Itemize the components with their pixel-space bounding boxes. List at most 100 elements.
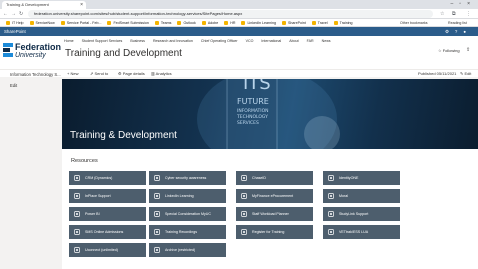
edit-button[interactable]: ✎ Edit [460, 70, 471, 77]
hub-nav-item[interactable]: VCO [246, 39, 254, 43]
resource-tile-label: Register for Training [252, 230, 285, 234]
archive-icon [154, 247, 160, 253]
info-icon [328, 193, 334, 199]
bookmark-label: Training [339, 21, 353, 25]
bookmark-item[interactable]: Service Portal - Feb... [60, 19, 102, 26]
hub-nav-item[interactable]: Student Support Services [82, 39, 123, 43]
bookmark-item[interactable]: Outlook [177, 19, 196, 26]
resource-tile-label: MyFinance eProcurement [252, 194, 294, 198]
share-icon[interactable]: ⇪ [466, 47, 470, 53]
follow-button[interactable]: ☆ Following [438, 48, 460, 53]
bookmark-item[interactable]: LinkedIn Learning [241, 19, 277, 26]
site-header: Federation University Home Student Suppor… [0, 36, 478, 69]
university-logo[interactable]: Federation University [3, 41, 61, 63]
hero-banner[interactable]: ITS FUTURE INFORMATION TECHNOLOGY SERVIC… [62, 79, 478, 149]
crm-icon [74, 175, 80, 181]
hub-nav-item[interactable]: News [322, 39, 331, 43]
hub-nav-item[interactable]: Home [64, 39, 74, 43]
resource-tile[interactable]: Special Consideration MyUC [149, 207, 226, 221]
resource-tile-label: CRM (Dynamics) [85, 176, 113, 180]
resource-tile-label: Special Consideration MyUC [165, 212, 211, 216]
resource-tile[interactable]: StudyLink Support [323, 207, 400, 221]
resource-tile[interactable]: CRM (Dynamics) [69, 171, 146, 185]
bookmark-item[interactable]: Teams [154, 19, 171, 26]
id-icon [241, 175, 247, 181]
resource-tile[interactable]: Moral [323, 189, 400, 203]
browser-tab[interactable]: Training & Development × [2, 1, 86, 9]
hub-nav-item[interactable]: Research and Innovation [153, 39, 193, 43]
hub-nav-item[interactable]: About [289, 39, 298, 43]
bookmark-item[interactable]: SharePoint [282, 19, 306, 26]
resource-tile[interactable]: LinkedIn Learning [149, 189, 226, 203]
page-content: Resources CRM (Dynamics) Cyber security a… [62, 149, 478, 269]
resource-tile-label: Training Recordings [165, 230, 198, 234]
star-icon [154, 211, 160, 217]
bookmark-icon [177, 20, 182, 25]
window-controls[interactable]: –▫× [451, 0, 476, 8]
finance-icon [241, 193, 247, 199]
resource-tile[interactable]: Cyber security awareness [149, 171, 226, 185]
app-name[interactable]: SharePoint [4, 29, 26, 34]
menu-icon[interactable]: ⋮ [466, 9, 471, 19]
bookmark-label: FedSmart Submission [113, 21, 149, 25]
resource-tile-label: Archive (restricted) [165, 248, 196, 252]
resource-tile[interactable]: MyFinance eProcurement [236, 189, 313, 203]
bookmark-label: Travel [317, 21, 328, 25]
url-field[interactable]: federation.university.sharepoint.com/sit… [28, 10, 433, 18]
reload-icon[interactable]: ↻ [19, 9, 23, 19]
site-title[interactable]: Training and Development [65, 48, 182, 59]
hub-nav-item[interactable]: Business [130, 39, 145, 43]
send-button[interactable]: ⇗ Send to [90, 70, 108, 77]
forward-icon[interactable]: → [11, 9, 16, 19]
extensions-icon[interactable]: ⧉ [452, 9, 456, 19]
resource-tile[interactable]: Archive (restricted) [149, 243, 226, 257]
resource-tile[interactable]: IdentityONE [323, 171, 400, 185]
star-icon[interactable]: ☆ [440, 9, 444, 19]
back-icon[interactable]: ← [3, 9, 8, 19]
resource-tile[interactable]: Power BI [69, 207, 146, 221]
analytics-button[interactable]: ▥ Analytics [151, 70, 172, 77]
new-button[interactable]: + New [67, 70, 78, 77]
bookmark-item[interactable]: Adobe [201, 19, 218, 26]
page-details-button[interactable]: ⚙ Page details [118, 70, 145, 77]
bookmark-label: IT Help [12, 21, 24, 25]
bookmark-item[interactable]: HR [224, 19, 235, 26]
resource-tile-label: SMS Online Admissions [85, 230, 124, 234]
bookmark-label: LinkedIn Learning [247, 21, 277, 25]
hub-nav-item[interactable]: International [261, 39, 281, 43]
resource-tile[interactable]: Register for Training [236, 225, 313, 239]
resource-tile[interactable]: InPlace Support [69, 189, 146, 203]
hero-word-its: ITS [243, 79, 271, 94]
bookmark-item[interactable]: ServiceNow [29, 19, 55, 26]
published-status: Published 05/11/2021 [418, 71, 457, 76]
resource-tile-label: Uconnect (unlimited) [85, 248, 118, 252]
resource-tile[interactable]: SMS Online Admissions [69, 225, 146, 239]
resource-tile[interactable]: ChaseID [236, 171, 313, 185]
bookmarks-bar: IT Help ServiceNow Service Portal - Feb...… [0, 19, 478, 27]
bookmark-item[interactable]: FedSmart Submission [107, 19, 149, 26]
leftnav-edit-link[interactable]: Edit [10, 83, 17, 88]
follow-label: Following [442, 48, 460, 53]
bookmark-item[interactable]: Travel [311, 19, 328, 26]
resource-tile[interactable]: Uconnect (unlimited) [69, 243, 146, 257]
hub-nav-item[interactable]: Chief Operating Officer [201, 39, 238, 43]
hero-word-services: SERVICES [237, 121, 259, 126]
leftnav-header[interactable]: Information Technology S... [10, 72, 61, 77]
resource-tile-label: Moral [339, 194, 348, 198]
bookmark-item[interactable]: Training [333, 19, 353, 26]
suite-bar-icons[interactable]: ⚙?● [445, 27, 472, 36]
reading-list[interactable]: Reading list [448, 19, 467, 26]
bookmark-label: Service Portal - Feb... [66, 21, 102, 25]
resource-tile[interactable]: Training Recordings [149, 225, 226, 239]
resource-tile[interactable]: VETtrak/ESS LUA [323, 225, 400, 239]
logo-line1: Federation [15, 42, 62, 52]
hub-nav-item[interactable]: FAR [307, 39, 314, 43]
close-tab-icon[interactable]: × [80, 1, 83, 9]
bookmark-item[interactable]: IT Help [6, 19, 24, 26]
resource-tile[interactable]: Staff Workload Planner [236, 207, 313, 221]
bookmark-icon [107, 20, 112, 25]
hero-word-technology: TECHNOLOGY [237, 115, 268, 120]
other-bookmarks[interactable]: Other bookmarks [400, 19, 428, 26]
linkedin-icon [154, 193, 160, 199]
user-icon [328, 175, 334, 181]
